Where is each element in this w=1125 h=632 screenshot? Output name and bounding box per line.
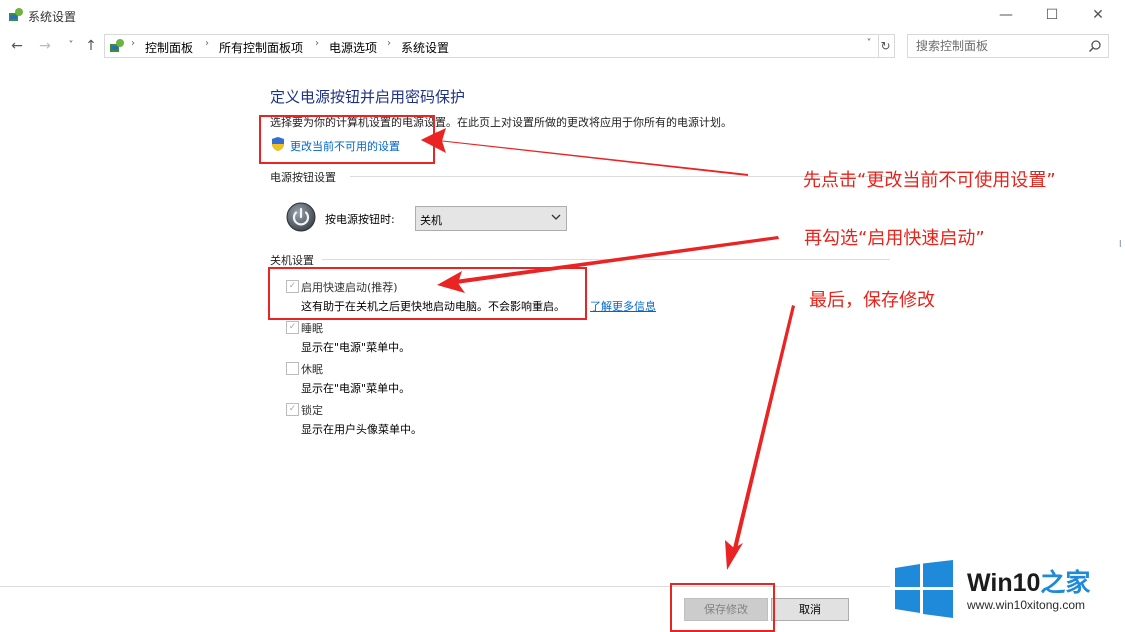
watermark-url: www.win10xitong.com <box>967 598 1086 612</box>
annotation-step3: 最后，保存修改 <box>809 290 935 311</box>
annotation-step2: 再勾选“启用快速启动” <box>804 228 985 249</box>
watermark: Win10之家 www.win10xitong.com <box>893 558 1125 622</box>
watermark-brand-accent: 之家 <box>1040 569 1091 597</box>
watermark-brand-main: Win10 <box>967 569 1041 597</box>
annotation-arrow-2 <box>455 236 779 284</box>
windows-logo-icon <box>895 560 953 618</box>
annotation-arrows <box>421 128 795 570</box>
annotation-step1: 先点击“更改当前不可使用设置” <box>803 170 1056 191</box>
annotation-arrow-3 <box>733 305 795 549</box>
annotation-arrow-1 <box>421 132 748 176</box>
watermark-brand: Win10之家 <box>967 563 1090 599</box>
